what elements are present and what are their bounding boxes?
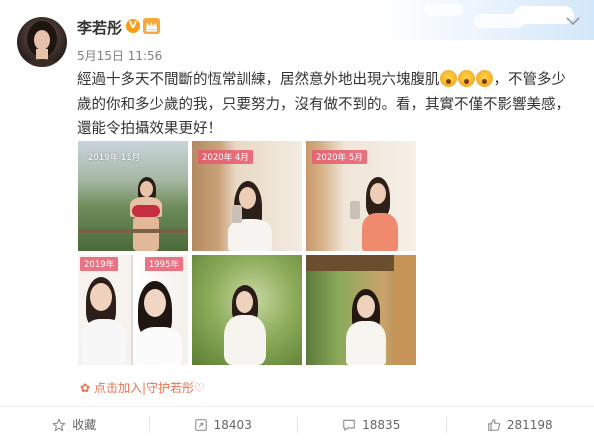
comment-count: 18835 xyxy=(362,417,401,432)
repost-icon xyxy=(194,418,207,431)
emoji-icon xyxy=(475,70,493,87)
photo-date-tag: 2020年 5月 xyxy=(312,150,367,164)
weibo-post-card: 李若彤 V 5月15日 11:56 經過十多天不間斷的恆常訓練，居然意外地出現六… xyxy=(0,0,594,442)
like-button[interactable]: 281198 xyxy=(445,407,594,442)
photo-6[interactable] xyxy=(306,255,416,365)
photo-2[interactable]: 2020年 4月 xyxy=(192,141,302,251)
like-icon xyxy=(488,418,500,431)
photo-date-tag: 2020年 4月 xyxy=(198,150,253,164)
header-decoration xyxy=(374,0,594,40)
photo-5[interactable] xyxy=(192,255,302,365)
crown-icon[interactable] xyxy=(143,18,160,34)
verified-badge: V xyxy=(126,19,140,33)
post-text: 經過十多天不間斷的恆常訓練，居然意外地出現六塊腹肌 ，不管多少歲的你和多少歲的我，… xyxy=(77,68,577,142)
photo-4[interactable]: 2019年 1995年 xyxy=(78,255,188,365)
post-timestamp[interactable]: 5月15日 11:56 xyxy=(77,47,162,64)
comment-button[interactable]: 18835 xyxy=(297,407,446,442)
emoji-icon xyxy=(457,70,475,87)
flower-icon: ✿ xyxy=(80,381,91,395)
photo-1[interactable]: 2019年 11月 xyxy=(78,141,188,251)
favorite-label: 收藏 xyxy=(72,418,97,432)
photo-date-tag: 2019年 11月 xyxy=(88,153,141,163)
avatar[interactable] xyxy=(17,17,67,67)
emoji-icon xyxy=(439,70,457,87)
chevron-down-icon[interactable] xyxy=(566,16,580,26)
repost-count: 18403 xyxy=(213,417,252,432)
favorite-button[interactable]: 收藏 xyxy=(0,407,149,442)
comment-icon xyxy=(343,419,355,431)
photo-date-tag: 2019年 xyxy=(80,257,119,271)
repost-button[interactable]: 18403 xyxy=(148,407,298,442)
star-icon xyxy=(52,418,66,431)
post-text-part1: 經過十多天不間斷的恆常訓練，居然意外地出現六塊腹肌 xyxy=(77,72,440,88)
photo-date-tag: 1995年 xyxy=(144,257,183,271)
photo-3[interactable]: 2020年 5月 xyxy=(306,141,416,251)
supertopic-label: 点击加入|守护若彤♡ xyxy=(94,381,205,395)
username[interactable]: 李若彤 xyxy=(77,17,122,38)
like-count: 281198 xyxy=(506,417,553,432)
action-bar: 收藏 18403 18835 281198 xyxy=(0,407,594,442)
supertopic-link[interactable]: ✿ 点击加入|守护若彤♡ xyxy=(80,379,205,396)
